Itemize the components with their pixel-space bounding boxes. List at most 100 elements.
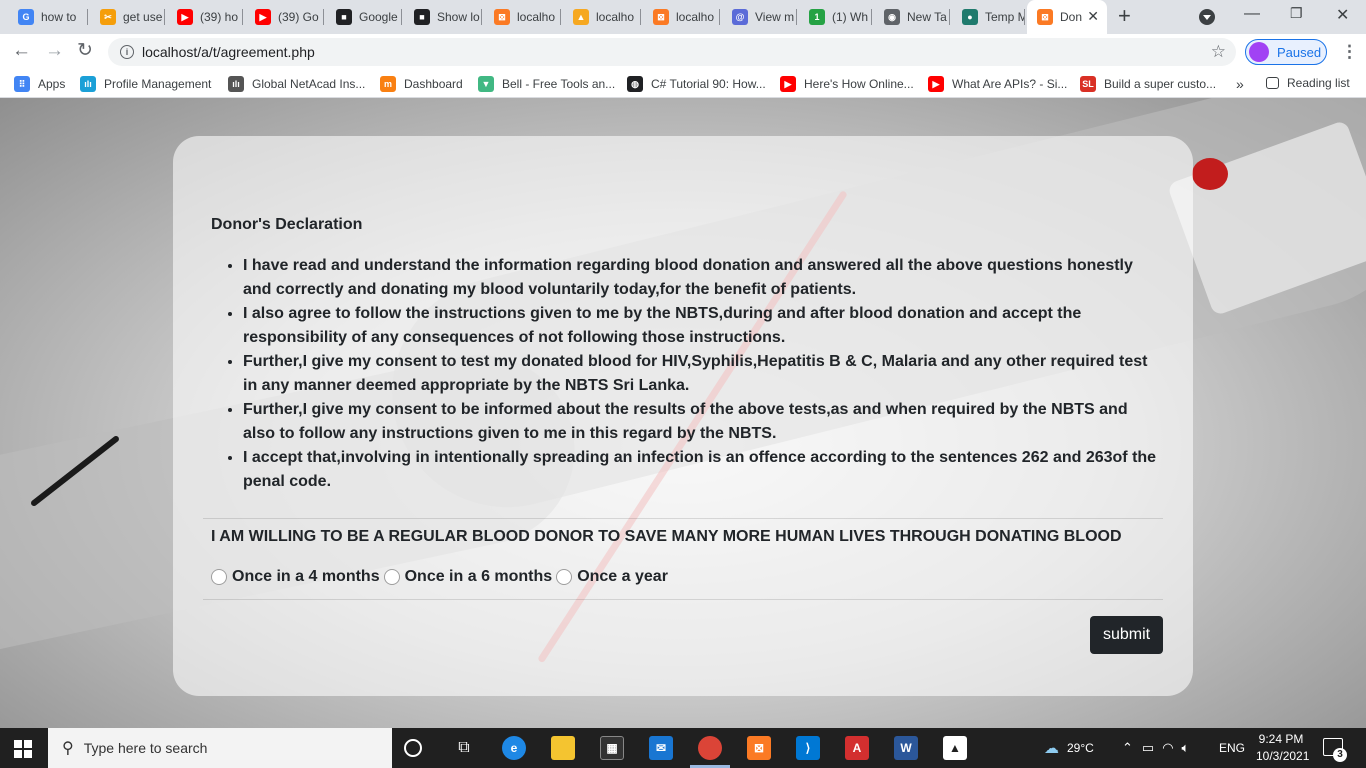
donation-frequency-group: Once in a 4 months Once in a 6 months Once… (211, 568, 672, 586)
tab-search-icon[interactable] (1199, 9, 1215, 25)
new-tab-button[interactable]: + (1118, 5, 1131, 27)
forward-arrow-icon[interactable]: → (45, 41, 64, 61)
bookmark-item[interactable]: ▶ Here's How Online... (780, 76, 914, 92)
system-tray-icons[interactable]: ⌃ ▭ ◠ 🔈︎ (1122, 728, 1189, 768)
tray-chevron-up-icon[interactable]: ⌃ (1122, 740, 1133, 756)
xampp-icon: ⊠ (494, 9, 510, 25)
globe-icon: ◍ (627, 76, 643, 92)
reload-icon[interactable]: ↻ (77, 41, 93, 61)
tab-separator (796, 9, 797, 25)
willing-statement: I AM WILLING TO BE A REGULAR BLOOD DONOR… (211, 528, 1122, 545)
bookmark-item[interactable]: ⠿ Apps (14, 76, 65, 92)
weather-widget[interactable]: ☁ 29°C (1044, 728, 1094, 768)
taskbar-search-placeholder: Type here to search (83, 740, 208, 756)
bookmark-item[interactable]: ◍ C# Tutorial 90: How... (627, 76, 766, 92)
file-explorer-icon[interactable] (551, 736, 575, 760)
cortana-icon[interactable] (404, 739, 422, 757)
restore-icon[interactable]: ❐ (1290, 5, 1303, 22)
task-view-icon[interactable]: ⧉ (452, 736, 476, 760)
google-icon: G (18, 9, 34, 25)
wifi-icon[interactable]: ◠ (1162, 740, 1173, 756)
frequency-option-label[interactable]: Once in a 6 months (405, 568, 553, 586)
vscode-icon[interactable]: ⟩ (796, 736, 820, 760)
notification-count-badge: 3 (1333, 748, 1347, 762)
frequency-radio[interactable] (556, 569, 573, 585)
browser-tab[interactable]: ⊠ Don ✕ (1027, 0, 1107, 34)
word-icon[interactable]: W (894, 736, 918, 760)
mail-icon[interactable]: ✉ (649, 736, 673, 760)
browser-tab-title: get use (123, 10, 163, 24)
frequency-radio[interactable] (383, 569, 400, 585)
bookmark-label: Here's How Online... (804, 77, 914, 91)
bookmark-item[interactable]: m Dashboard (380, 76, 463, 92)
tab-separator (242, 9, 243, 25)
profile-paused-button[interactable]: Paused (1245, 39, 1327, 65)
xampp-taskbar-icon[interactable]: ⊠ (747, 736, 771, 760)
tab-separator (481, 9, 482, 25)
bookmark-item[interactable]: SL Build a super custo... (1080, 76, 1216, 92)
bookmark-item[interactable]: ılı Global NetAcad Ins... (228, 76, 365, 92)
bookmark-label: Bell - Free Tools an... (502, 77, 616, 91)
bookmark-item[interactable]: ▶ What Are APIs? - Si... (928, 76, 1067, 92)
reading-list-button[interactable]: Reading list (1266, 76, 1350, 90)
window-close-icon[interactable]: ✕ (1336, 5, 1349, 25)
browser-tab[interactable]: ■ Show lo (404, 4, 482, 30)
windows-start-icon[interactable] (14, 740, 32, 758)
address-bar[interactable]: i localhost/a/t/agreement.php ☆ (108, 38, 1236, 66)
tab-separator (640, 9, 641, 25)
frequency-option-label[interactable]: Once a year (577, 568, 668, 586)
back-arrow-icon[interactable]: ← (12, 41, 31, 61)
bookmark-item[interactable]: ılı Profile Management (80, 76, 211, 92)
minimize-icon[interactable]: — (1244, 5, 1260, 23)
terminal-icon: ■ (336, 9, 352, 25)
photos-icon[interactable]: ▲ (943, 736, 967, 760)
browser-tab-title: (39) ho (200, 10, 239, 24)
submit-button[interactable]: submit (1090, 616, 1163, 654)
bookmark-item[interactable]: ▼ Bell - Free Tools an... (478, 76, 615, 92)
browser-tab[interactable]: ● Temp M (952, 4, 1025, 30)
browser-tab[interactable]: 1 (1) Wh (799, 4, 872, 30)
browser-tab[interactable]: @ View m (722, 4, 797, 30)
bookmark-star-icon[interactable]: ☆ (1211, 42, 1226, 62)
store-icon[interactable]: ▦ (600, 736, 624, 760)
reading-list-icon (1266, 77, 1279, 89)
browser-tab[interactable]: ◉ New Ta (874, 4, 950, 30)
taskbar-search-box[interactable]: ⚲ Type here to search (48, 728, 392, 768)
browser-tab[interactable]: ▶ (39) Go (245, 4, 324, 30)
browser-tab[interactable]: ■ Google (326, 4, 402, 30)
browser-tab[interactable]: ▲ localho (563, 4, 641, 30)
acrobat-icon[interactable]: A (845, 736, 869, 760)
url-text[interactable]: localhost/a/t/agreement.php (142, 44, 315, 60)
bookmark-label: Profile Management (104, 77, 212, 91)
browser-tab-title: localho (676, 10, 715, 24)
bookmark-label: Build a super custo... (1104, 77, 1217, 91)
browser-tab-title: (1) Wh (832, 10, 868, 24)
battery-icon[interactable]: ▭ (1142, 740, 1154, 756)
site-info-icon[interactable]: i (120, 45, 134, 59)
xampp-icon: ⊠ (653, 9, 669, 25)
browser-tab[interactable]: ⊠ localho (484, 4, 561, 30)
frequency-option-label[interactable]: Once in a 4 months (232, 568, 380, 586)
browser-menu-icon[interactable]: ⋮ (1341, 42, 1358, 62)
declaration-item: Further,I give my consent to be informed… (243, 398, 1163, 446)
edge-icon[interactable]: e (502, 736, 526, 760)
frequency-radio[interactable] (211, 569, 227, 585)
tab-separator (1024, 9, 1025, 25)
bookmark-label: Apps (38, 77, 66, 91)
browser-tab[interactable]: ⊠ localho (643, 4, 720, 30)
browser-tab[interactable]: ✂ get use (90, 4, 165, 30)
declaration-item: I also agree to follow the instructions … (243, 302, 1163, 350)
language-indicator[interactable]: ENG (1219, 728, 1245, 768)
figma-icon: ✂ (100, 9, 116, 25)
search-icon: ⚲ (62, 740, 74, 757)
chrome-taskbar-icon[interactable] (698, 736, 722, 760)
browser-tab[interactable]: ▶ (39) ho (167, 4, 243, 30)
bell-vue-icon: ▼ (478, 76, 494, 92)
browser-tab-strip: + — ❐ ✕ Ghow to ✂ get use ▶ (39) ho ▶ (39) Go ■… (0, 0, 1366, 34)
taskbar-clock[interactable]: 9:24 PM 10/3/2021 (1256, 731, 1309, 765)
close-tab-icon[interactable]: ✕ (1087, 8, 1099, 25)
browser-tab-title: Show lo (437, 10, 480, 24)
browser-tab[interactable]: Ghow to (8, 4, 88, 30)
more-bookmarks-button[interactable]: » (1236, 76, 1244, 92)
volume-icon[interactable]: 🔈︎ (1182, 740, 1190, 756)
